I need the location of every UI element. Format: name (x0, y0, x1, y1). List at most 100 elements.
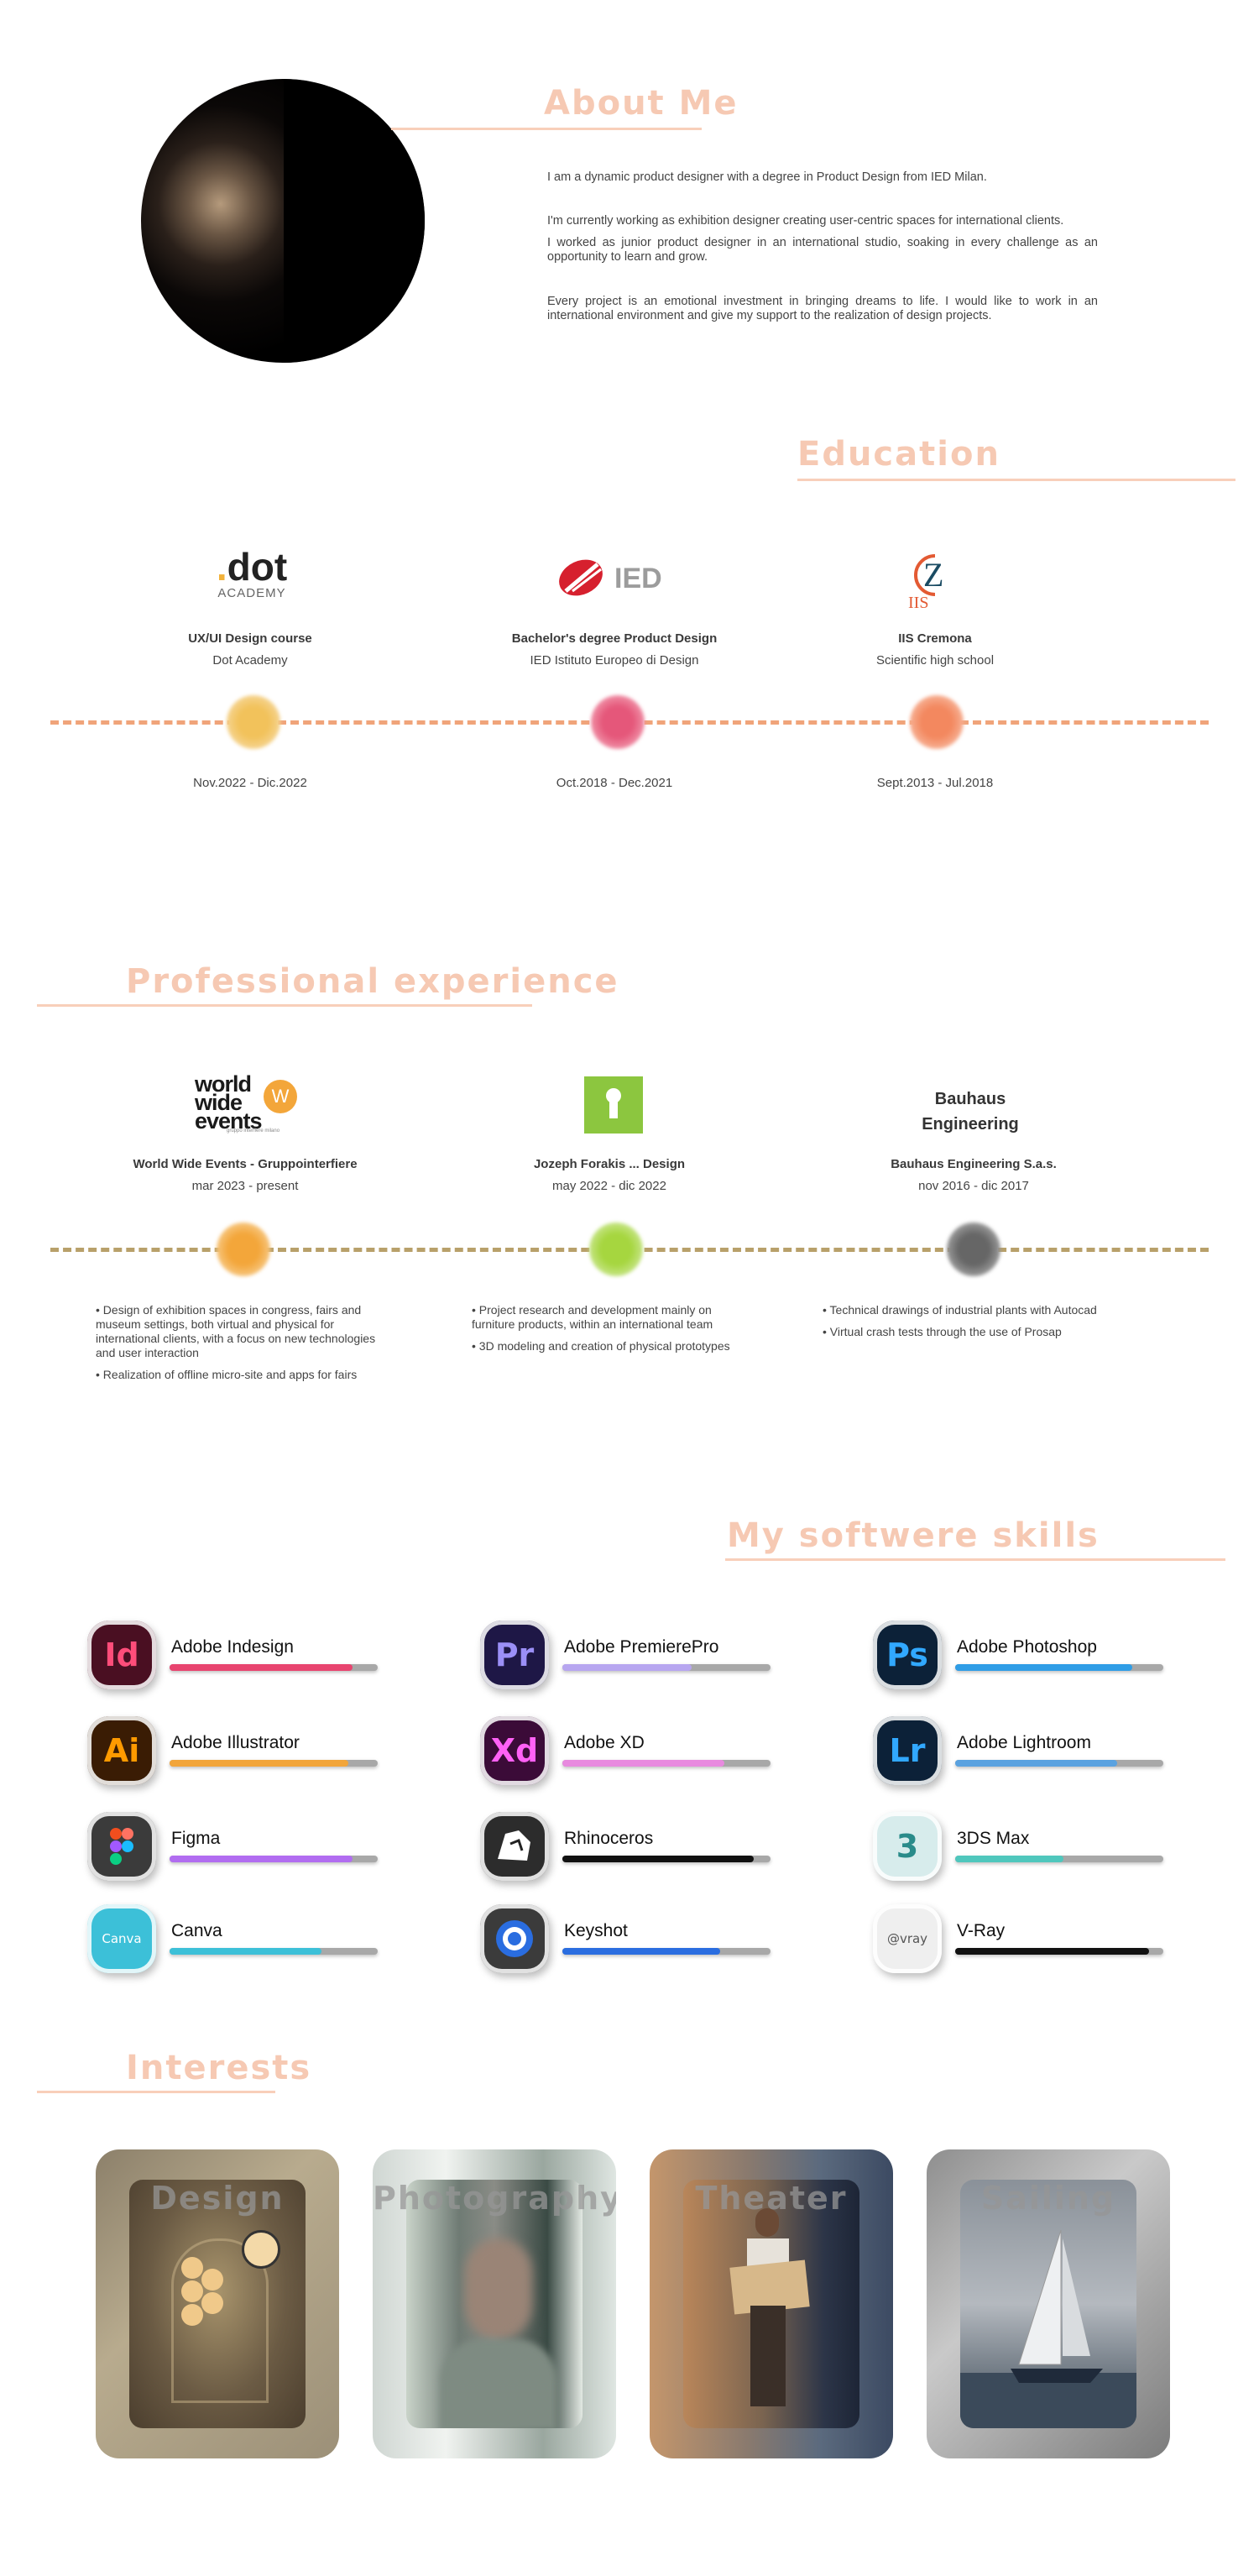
bullet-item: • Project research and development mainl… (472, 1303, 713, 1331)
skill-name: Adobe Indesign (171, 1637, 294, 1657)
experience-company-3: Bauhaus Engineering S.a.s. (891, 1157, 1057, 1171)
experience-rule (37, 1004, 532, 1007)
world-wide-events-logo: world wide events W gruppo interfiere mila… (195, 1073, 312, 1135)
education-date-3: Sept.2013 - Jul.2018 (876, 776, 994, 790)
education-title: Education (797, 435, 1000, 474)
skill-icon: 3 (873, 1812, 942, 1881)
dot-academy-logo: .dot ACADEMY (216, 545, 288, 600)
skill-adobe-illustrator: Ai Adobe Illustrator (87, 1716, 389, 1787)
skill-level-fill (955, 1856, 1063, 1862)
skill-icon-glyph: Pr (494, 1636, 535, 1673)
skill-level-bar (955, 1664, 1163, 1671)
experience-company-2: Jozeph Forakis ... Design (533, 1157, 686, 1171)
education-title-1: UX/UI Design course (188, 631, 312, 646)
skill-level-bar (562, 1664, 771, 1671)
skill-icon-glyph: Id (104, 1636, 139, 1673)
skill-level-fill (170, 1760, 349, 1767)
skill-name: Adobe Illustrator (171, 1733, 300, 1752)
skill-icon: Id (87, 1620, 156, 1689)
about-paragraph: I'm currently working as exhibition desi… (547, 213, 1064, 228)
skill-level-bar (955, 1856, 1163, 1862)
skill-icon-glyph: Xd (490, 1732, 539, 1769)
skill-icon-glyph: Ps (886, 1636, 928, 1673)
skill-name: Canva (171, 1921, 222, 1940)
skill-icon (480, 1812, 549, 1881)
skill-icon (87, 1812, 156, 1881)
experience-dot (947, 1223, 1000, 1276)
interest-card-sailing[interactable]: Sailing (927, 2149, 1170, 2458)
education-rule (797, 479, 1235, 481)
about-paragraph: I am a dynamic product designer with a d… (547, 170, 987, 184)
skill-icon: Canva (87, 1904, 156, 1973)
interest-label: Photography (373, 2180, 616, 2217)
education-title-3: IIS Cremona (898, 631, 972, 646)
skill-level-bar (955, 1948, 1163, 1955)
bullet-item: • 3D modeling and creation of physical p… (472, 1339, 730, 1353)
experience-bullets-1: • Design of exhibition spaces in congres… (96, 1303, 389, 1390)
skill-level-fill (562, 1664, 692, 1671)
interest-card-design[interactable]: Design (96, 2149, 339, 2458)
svg-text:IED: IED (614, 563, 662, 594)
education-dot (910, 695, 964, 749)
skill-icon-glyph (480, 1904, 549, 1973)
skill-level-bar (562, 1856, 771, 1862)
skill-level-fill (562, 1760, 725, 1767)
bullet-item: • Technical drawings of industrial plant… (823, 1303, 1097, 1317)
interest-label: Sailing (980, 2180, 1116, 2217)
skill-name: Rhinoceros (564, 1829, 654, 1848)
skill-icon-glyph (480, 1812, 549, 1881)
experience-date-3: nov 2016 - dic 2017 (918, 1179, 1029, 1193)
skill-level-fill (170, 1856, 353, 1862)
skill-level-bar (562, 1760, 771, 1767)
education-school-1: Dot Academy (212, 653, 288, 668)
skill-level-fill (955, 1760, 1118, 1767)
skill-icon-glyph (87, 1812, 156, 1881)
skill-canva: Canva Canva (87, 1904, 389, 1975)
skill-name: Adobe Lightroom (957, 1733, 1091, 1752)
skill-level-bar (170, 1760, 378, 1767)
about-title: About Me (544, 84, 739, 123)
bullet-item: • Realization of offline micro-site and … (96, 1368, 358, 1381)
skills-title: My softwere skills (727, 1516, 1100, 1555)
skill-level-fill (562, 1948, 721, 1955)
bullet-item: • Virtual crash tests through the use of… (823, 1325, 1062, 1338)
skill-icon: Pr (480, 1620, 549, 1689)
skill-rhinoceros: Rhinoceros (480, 1812, 782, 1882)
skill-keyshot: Keyshot (480, 1904, 782, 1975)
skill-name: Adobe PremierePro (564, 1637, 719, 1657)
svg-text:Z: Z (923, 556, 943, 594)
profile-photo (141, 79, 425, 363)
skill-level-bar (170, 1664, 378, 1671)
skill-icon: Lr (873, 1716, 942, 1785)
skills-rule (725, 1558, 1225, 1561)
skill-icon: Xd (480, 1716, 549, 1785)
experience-dot (217, 1223, 270, 1276)
about-rule (391, 128, 702, 130)
skill-icon: Ai (87, 1716, 156, 1785)
skill-icon-glyph: @vray (886, 1931, 928, 1946)
interest-card-photography[interactable]: Photography (373, 2149, 616, 2458)
skill-name: Adobe XD (564, 1733, 645, 1752)
skill-level-bar (170, 1948, 378, 1955)
skill-icon (480, 1904, 549, 1973)
skill-adobe-xd: Xd Adobe XD (480, 1716, 782, 1787)
interests-title: Interests (126, 2049, 312, 2087)
svg-text:IIS: IIS (908, 594, 928, 610)
experience-date-1: mar 2023 - present (191, 1179, 299, 1193)
experience-title: Professional experience (126, 962, 619, 1001)
skill-level-bar (562, 1948, 771, 1955)
skill-icon: Ps (873, 1620, 942, 1689)
ied-logo: IED (557, 558, 675, 596)
skill-icon: @vray (873, 1904, 942, 1973)
experience-date-2: may 2022 - dic 2022 (552, 1179, 666, 1193)
education-date-1: Nov.2022 - Dic.2022 (193, 776, 307, 790)
skill-figma: Figma (87, 1812, 389, 1882)
education-dot (591, 695, 645, 749)
iis-cremona-logo: Z IIS (905, 549, 964, 612)
skill-name: Adobe Photoshop (957, 1637, 1097, 1657)
about-paragraph: I worked as junior product designer in a… (547, 235, 1098, 264)
skill-level-fill (170, 1664, 353, 1671)
interest-card-theater[interactable]: Theater (650, 2149, 893, 2458)
interests-rule (37, 2091, 275, 2093)
education-school-3: Scientific high school (875, 653, 995, 668)
